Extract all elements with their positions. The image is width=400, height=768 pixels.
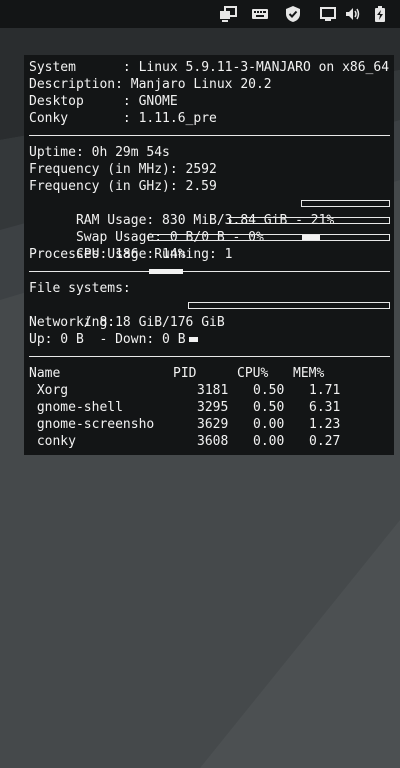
- volume-icon[interactable]: [344, 5, 362, 23]
- description-label: Description: [29, 77, 116, 92]
- description-value: Manjaro Linux 20.2: [130, 77, 272, 92]
- column-header-pid: PID: [173, 366, 197, 381]
- desktop-label: Desktop: [29, 94, 116, 109]
- column-header-cpu: CPU%: [237, 366, 269, 381]
- ram-usage-row: RAM Usage: 830 MiB/3.84 GiB - 21%: [29, 195, 390, 240]
- process-name: gnome-shell: [29, 400, 123, 415]
- root-filesystem-bar: [188, 302, 390, 342]
- conky-value: 1.11.6_pre: [138, 111, 217, 126]
- stats-section: Uptime: 0h 29m 54s Frequency (in MHz): 2…: [29, 144, 390, 274]
- cpu-usage-bar-fill: [149, 269, 183, 274]
- uptime-row: Uptime: 0h 29m 54s: [29, 145, 170, 160]
- process-name: gnome-screensho: [29, 417, 155, 432]
- swap-usage-bar: [229, 217, 390, 224]
- processes-row: Processes: 186 Running: 1: [29, 247, 233, 262]
- system-label: System: [29, 60, 116, 75]
- root-filesystem-row: / 8.18 GiB/176 GiB: [29, 297, 390, 342]
- process-pid: 3629: [197, 417, 229, 432]
- process-mem: 1.23: [309, 417, 341, 432]
- process-table-header: Name PID CPU% MEM%: [29, 365, 390, 382]
- process-table: Name PID CPU% MEM% Xorg 3181 0.50 1.71 g…: [29, 365, 390, 450]
- desktop-value: GNOME: [138, 94, 178, 109]
- cpu-usage-row: CPU Usage: 14%: [29, 229, 390, 274]
- process-pid: 3608: [197, 434, 229, 449]
- networking-row: Up: 0 B - Down: 0 B: [29, 332, 186, 347]
- table-row: gnome-shell 3295 0.50 6.31: [29, 399, 390, 416]
- table-row: gnome-screensho 3629 0.00 1.23: [29, 416, 390, 433]
- process-name: Xorg: [29, 383, 69, 398]
- system-value: Linux 5.9.11-3-MANJARO on x86_64: [138, 60, 390, 75]
- screen-icon[interactable]: [319, 5, 337, 23]
- conky-panel: System : Linux 5.9.11-3-MANJARO on x86_6…: [24, 55, 394, 455]
- frequency-mhz-row: Frequency (in MHz): 2592: [29, 162, 217, 177]
- shield-icon[interactable]: [284, 5, 302, 23]
- divider: [29, 135, 390, 136]
- column-header-mem: MEM%: [293, 366, 325, 381]
- ram-usage-bar: [301, 200, 390, 240]
- process-name: conky: [29, 434, 76, 449]
- conky-row: Conky : 1.11.6_pre: [29, 111, 217, 126]
- display-switch-icon[interactable]: [219, 5, 237, 23]
- process-pid: 3295: [197, 400, 229, 415]
- frequency-ghz-row: Frequency (in GHz): 2.59: [29, 179, 217, 194]
- process-cpu: 0.50: [253, 400, 285, 415]
- battery-icon[interactable]: [371, 5, 389, 23]
- table-row: conky 3608 0.00 0.27: [29, 433, 390, 450]
- process-mem: 6.31: [309, 400, 341, 415]
- column-header-name: Name: [29, 366, 61, 381]
- top-bar: [0, 0, 400, 28]
- desktop-row: Desktop : GNOME: [29, 94, 178, 109]
- process-mem: 1.71: [309, 383, 341, 398]
- system-section: System : Linux 5.9.11-3-MANJARO on x86_6…: [29, 59, 390, 127]
- process-cpu: 0.00: [253, 417, 285, 432]
- process-cpu: 0.50: [253, 383, 285, 398]
- process-mem: 0.27: [309, 434, 341, 449]
- filesystems-header: File systems:: [29, 281, 131, 296]
- conky-label: Conky: [29, 111, 116, 126]
- cpu-usage-bar: [148, 234, 390, 274]
- filesystems-section: File systems: / 8.18 GiB/176 GiB Network…: [29, 280, 390, 348]
- description-row: Description: Manjaro Linux 20.2: [29, 77, 272, 92]
- process-cpu: 0.00: [253, 434, 285, 449]
- table-row: Xorg 3181 0.50 1.71: [29, 382, 390, 399]
- networking-header: Networking:: [29, 315, 116, 330]
- system-row: System : Linux 5.9.11-3-MANJARO on x86_6…: [29, 60, 390, 75]
- swap-usage-row: Swap Usage: 0 B/0 B - 0%: [29, 212, 390, 245]
- process-pid: 3181: [197, 383, 229, 398]
- keyboard-icon[interactable]: [251, 5, 269, 23]
